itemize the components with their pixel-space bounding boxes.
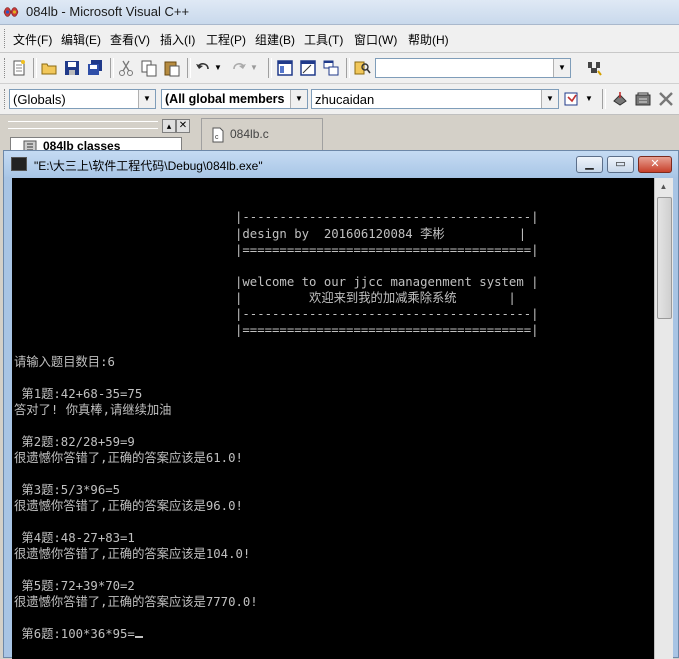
open-icon[interactable] bbox=[40, 59, 58, 77]
copy-icon[interactable] bbox=[140, 59, 158, 77]
toolbar-separator bbox=[602, 89, 606, 109]
toolbar-grip[interactable] bbox=[4, 58, 8, 78]
answer-line: 很遗憾你答错了,正确的答案应该是61.0! bbox=[14, 451, 243, 465]
banner-line: |welcome to our jjcc managenment system … bbox=[235, 275, 539, 289]
menu-window[interactable]: 窗口(W) bbox=[354, 31, 397, 48]
toolbar-separator bbox=[187, 58, 191, 78]
svg-text:c: c bbox=[215, 134, 219, 141]
main-title-bar: 084lb - Microsoft Visual C++ bbox=[0, 0, 679, 25]
filter-combo[interactable]: (All global members ▼ bbox=[161, 89, 308, 109]
close-button[interactable]: ✕ bbox=[638, 156, 672, 173]
menu-file[interactable]: 文件(F) bbox=[13, 31, 52, 48]
question-line: 第3题:5/3*96=5 bbox=[14, 483, 121, 497]
question-line: 第5题:72+39*70=2 bbox=[14, 579, 135, 593]
answer-line: 很遗憾你答错了,正确的答案应该是96.0! bbox=[14, 499, 243, 513]
prompt-line: 请输入题目数目:6 bbox=[14, 355, 115, 369]
save-icon[interactable] bbox=[63, 59, 81, 77]
find-in-files-icon[interactable] bbox=[353, 59, 371, 77]
window-title: 084lb - Microsoft Visual C++ bbox=[26, 4, 190, 19]
question-line: 第2题:82/28+59=9 bbox=[14, 435, 135, 449]
banner-line: | 欢迎来到我的加减乘除系统 | bbox=[235, 291, 516, 305]
scroll-up-icon[interactable]: ▲ bbox=[655, 178, 672, 195]
cut-icon[interactable] bbox=[117, 59, 135, 77]
paste-icon[interactable] bbox=[163, 59, 181, 77]
console-output[interactable]: |---------------------------------------… bbox=[12, 178, 654, 659]
answer-line: 答对了! 你真棒,请继续加油 bbox=[14, 403, 172, 417]
question-line: 第1题:42+68-35=75 bbox=[14, 387, 143, 401]
build-icon[interactable] bbox=[634, 90, 652, 108]
current-question-line: 第6题:100*36*95= bbox=[14, 626, 143, 642]
toolbar-separator bbox=[110, 58, 114, 78]
text-cursor bbox=[134, 636, 143, 638]
toolbar-separator bbox=[346, 58, 350, 78]
member-combo-value: zhucaidan bbox=[315, 92, 375, 107]
filter-combo-value: (All global members bbox=[165, 92, 285, 106]
workspace-area: ▴ ✕ 084lb classes c 084lb.c bbox=[0, 115, 679, 157]
document-tab-label: 084lb.c bbox=[230, 127, 269, 141]
toolbar-grip[interactable] bbox=[4, 29, 8, 48]
menu-insert[interactable]: 插入(I) bbox=[160, 31, 195, 48]
current-question-text: 第6题:100*36*95= bbox=[14, 627, 135, 641]
console-title-bar[interactable]: "E:\大三上\软件工程代码\Debug\084lb.exe" ▁ ▭ ✕ bbox=[4, 151, 678, 177]
output-icon[interactable] bbox=[299, 59, 317, 77]
console-scrollbar[interactable]: ▲ bbox=[654, 178, 673, 659]
workspace-icon[interactable] bbox=[276, 59, 294, 77]
undo-icon[interactable] bbox=[194, 59, 212, 77]
filter-combo-dropdown-button[interactable]: ▼ bbox=[290, 90, 307, 108]
document-tab[interactable]: c 084lb.c bbox=[201, 118, 323, 151]
wizard-bar: (Globals) ▼ (All global members ▼ zhucai… bbox=[0, 84, 679, 115]
wizard-action-dropdown-icon[interactable]: ▼ bbox=[585, 94, 593, 103]
menu-tools[interactable]: 工具(T) bbox=[304, 31, 343, 48]
panel-restore-icon[interactable]: ▴ bbox=[162, 119, 176, 133]
window-list-icon[interactable] bbox=[322, 59, 340, 77]
member-combo-dropdown-button[interactable]: ▼ bbox=[541, 90, 558, 108]
answer-line: 很遗憾你答错了,正确的答案应该是104.0! bbox=[14, 547, 251, 561]
toolbar-separator bbox=[268, 58, 272, 78]
save-all-icon[interactable] bbox=[86, 59, 104, 77]
new-file-icon[interactable] bbox=[10, 59, 28, 77]
banner-line: |---------------------------------------… bbox=[235, 307, 539, 321]
standard-toolbar: ▼ ▼ ▼ bbox=[0, 53, 679, 84]
find-icon[interactable] bbox=[585, 59, 603, 77]
scope-combo[interactable]: (Globals) ▼ bbox=[9, 89, 156, 109]
menu-view[interactable]: 查看(V) bbox=[110, 31, 150, 48]
question-line: 第4题:48-27+83=1 bbox=[14, 531, 135, 545]
compile-icon[interactable] bbox=[611, 90, 629, 108]
minimize-button[interactable]: ▁ bbox=[576, 156, 603, 173]
menu-build[interactable]: 组建(B) bbox=[255, 31, 295, 48]
banner-line: |---------------------------------------… bbox=[235, 210, 539, 224]
menu-help[interactable]: 帮助(H) bbox=[408, 31, 449, 48]
stop-build-icon[interactable] bbox=[657, 90, 675, 108]
scope-combo-value: (Globals) bbox=[13, 92, 66, 107]
scroll-thumb[interactable] bbox=[657, 197, 672, 319]
c-file-icon: c bbox=[212, 127, 224, 143]
toolbar-grip[interactable] bbox=[4, 89, 8, 109]
panel-close-icon[interactable]: ✕ bbox=[176, 119, 190, 133]
banner-line: |design by 201606120084 李彬 | bbox=[235, 227, 527, 241]
menu-bar: 文件(F) 编辑(E) 查看(V) 插入(I) 工程(P) 组建(B) 工具(T… bbox=[0, 25, 679, 53]
redo-dropdown-icon[interactable]: ▼ bbox=[250, 63, 258, 72]
console-window: "E:\大三上\软件工程代码\Debug\084lb.exe" ▁ ▭ ✕ |-… bbox=[3, 150, 679, 659]
console-app-icon bbox=[11, 157, 27, 171]
menu-edit[interactable]: 编辑(E) bbox=[61, 31, 101, 48]
wizard-action-icon[interactable] bbox=[563, 90, 581, 108]
redo-icon[interactable] bbox=[230, 59, 248, 77]
banner-line: |=======================================… bbox=[235, 323, 539, 337]
find-combo-dropdown-button[interactable]: ▼ bbox=[553, 59, 570, 77]
toolbar-separator bbox=[33, 58, 37, 78]
console-title: "E:\大三上\软件工程代码\Debug\084lb.exe" bbox=[34, 159, 263, 173]
maximize-button[interactable]: ▭ bbox=[607, 156, 634, 173]
member-combo[interactable]: zhucaidan ▼ bbox=[311, 89, 559, 109]
find-combo[interactable]: ▼ bbox=[375, 58, 571, 78]
panel-gripper[interactable] bbox=[8, 121, 158, 129]
visual-cpp-app-icon bbox=[3, 7, 19, 17]
undo-dropdown-icon[interactable]: ▼ bbox=[214, 63, 222, 72]
menu-project[interactable]: 工程(P) bbox=[206, 31, 246, 48]
scope-combo-dropdown-button[interactable]: ▼ bbox=[138, 90, 155, 108]
banner-line: |=======================================… bbox=[235, 243, 539, 257]
answer-line: 很遗憾你答错了,正确的答案应该是7770.0! bbox=[14, 595, 258, 609]
